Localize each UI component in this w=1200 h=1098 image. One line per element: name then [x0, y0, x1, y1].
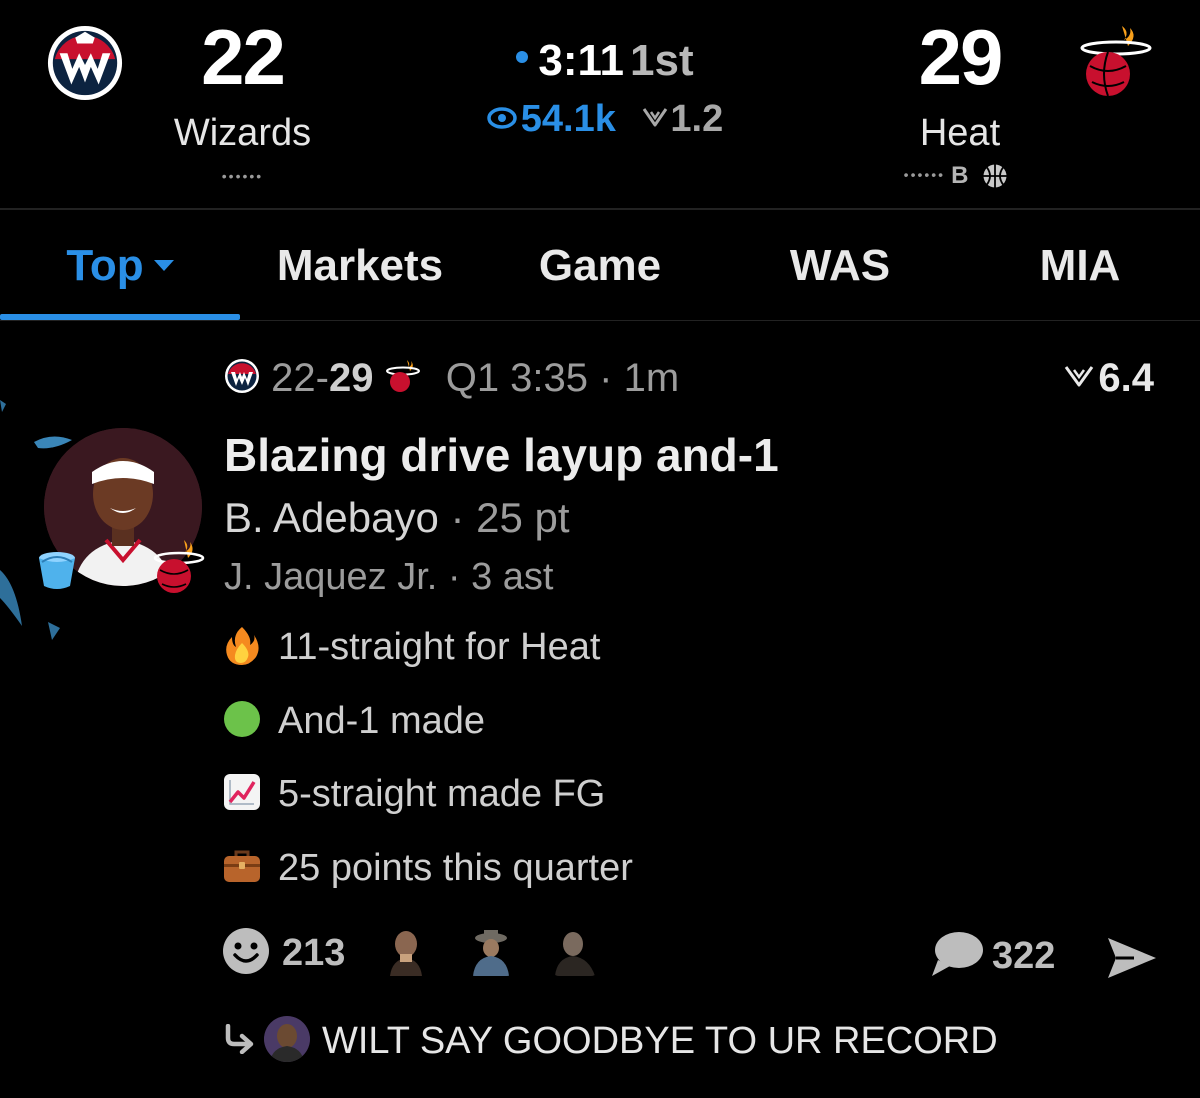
share-send-icon[interactable]	[1104, 934, 1158, 982]
note-text: And-1 made	[278, 700, 486, 742]
play-score-separator: -	[315, 356, 329, 400]
reaction-count: 213	[282, 932, 346, 975]
speech-bubble-icon	[932, 932, 983, 976]
reaction-gif-thumbnail[interactable]	[381, 926, 430, 976]
bucket-icon	[39, 552, 75, 589]
reaction-gif-thumbnail[interactable]	[466, 926, 515, 976]
note-item: 5-straight made FG	[222, 773, 605, 823]
reaction-gif-2-icon	[466, 926, 515, 976]
note-item: 25 points this quarter	[222, 847, 633, 897]
home-timeouts: ••••••	[221, 168, 264, 184]
eye-icon	[487, 107, 517, 129]
chevron-down-icon	[153, 259, 174, 271]
reaction-gif-3-icon	[551, 926, 600, 976]
heat-logo-icon[interactable]	[1078, 22, 1154, 102]
reply-arrow-icon	[225, 1024, 254, 1054]
home-score: 22	[201, 13, 286, 101]
play-scorer[interactable]: B. Adebayo · 25 pt	[224, 494, 570, 542]
away-timeouts: ••••••	[903, 166, 946, 183]
heat-meter-icon	[643, 108, 668, 127]
play-meta: 22-29 Q1 3:35 · 1m	[224, 356, 679, 410]
tabs-divider	[0, 320, 1200, 321]
tab-game-label: Game	[538, 241, 662, 290]
play-score: 22-29	[271, 356, 373, 400]
play-age: · 1m	[599, 356, 680, 400]
away-team-name[interactable]: Heat	[880, 112, 1040, 155]
game-stats: 54.1k 1.2	[440, 98, 770, 141]
bonus-indicator: B	[951, 162, 969, 189]
scoreboard-header: 22 Wizards •••••• 3:11 1st 54.1k 1.2 29 H…	[0, 0, 1200, 210]
away-timeouts-row: •••••• B	[866, 162, 1046, 190]
scorer-stat: · 25 pt	[450, 494, 570, 541]
game-clock: 3:11 1st	[440, 36, 770, 86]
play-title[interactable]: Blazing drive layup and-1	[224, 428, 779, 482]
note-text: 11-straight for Heat	[278, 626, 601, 668]
reaction-gif-thumbnail[interactable]	[551, 926, 600, 976]
tab-markets[interactable]: Markets	[240, 212, 480, 320]
play-score-home: 22	[271, 356, 316, 400]
tab-top[interactable]: Top	[0, 212, 240, 320]
fire-icon	[226, 626, 259, 665]
reaction-button[interactable]: 213	[222, 928, 356, 975]
clock-time: 3:11	[538, 36, 625, 85]
home-team-name[interactable]: Wizards	[150, 112, 335, 155]
play-heat-value: 6.4	[1098, 356, 1154, 400]
smiley-icon	[223, 928, 269, 974]
scorer-name: B. Adebayo	[224, 494, 439, 541]
note-item: 11-straight for Heat	[222, 626, 600, 676]
top-reply[interactable]: WILT SAY GOODBYE TO UR RECORD	[222, 1016, 998, 1066]
tab-bar: Top Markets Game WAS MIA	[0, 212, 1200, 320]
heat-meter-icon	[1065, 366, 1094, 387]
note-text: 25 points this quarter	[278, 847, 633, 889]
tab-mia-label: MIA	[1039, 241, 1121, 290]
chart-increasing-icon	[224, 773, 260, 810]
viewer-count[interactable]: 54.1k	[487, 98, 627, 140]
header-divider	[0, 208, 1200, 210]
tab-markets-label: Markets	[276, 241, 444, 290]
live-indicator-icon	[516, 51, 529, 64]
play-assist[interactable]: J. Jaquez Jr. · 3 ast	[224, 556, 553, 599]
possession-basketball-icon	[983, 164, 1007, 188]
comment-count: 322	[992, 935, 1056, 978]
viewer-count-value: 54.1k	[520, 98, 616, 140]
tab-game[interactable]: Game	[480, 212, 720, 320]
reaction-gif-1-icon	[381, 926, 430, 976]
tab-mia[interactable]: MIA	[960, 212, 1200, 320]
reactions-row: 213	[222, 926, 600, 990]
note-item: And-1 made	[222, 700, 485, 750]
reply-text: WILT SAY GOODBYE TO UR RECORD	[322, 1020, 998, 1063]
play-quarter-time: Q1 3:35	[445, 356, 589, 400]
heat-mini-logo-icon	[385, 360, 420, 393]
game-period: 1st	[630, 36, 694, 85]
game-heat-rating[interactable]: 1.2	[642, 98, 723, 140]
green-circle-icon	[224, 700, 260, 737]
reply-avatar-icon	[264, 1016, 310, 1062]
tab-was[interactable]: WAS	[720, 212, 960, 320]
wizards-logo-icon[interactable]	[46, 24, 124, 102]
note-text: 5-straight made FG	[278, 773, 606, 815]
wizards-mini-logo-icon	[225, 359, 259, 394]
tab-top-label: Top	[66, 241, 144, 290]
play-score-away: 29	[328, 356, 374, 400]
tab-was-label: WAS	[789, 241, 891, 290]
reply-author-avatar[interactable]	[264, 1016, 310, 1062]
briefcase-icon	[224, 850, 260, 882]
comments-button[interactable]: 322	[930, 932, 1056, 982]
away-score: 29	[918, 13, 1004, 101]
player-team-heat-icon	[153, 540, 205, 593]
game-heat-value: 1.2	[670, 98, 724, 140]
play-heat-rating[interactable]: 6.4	[1064, 356, 1154, 401]
